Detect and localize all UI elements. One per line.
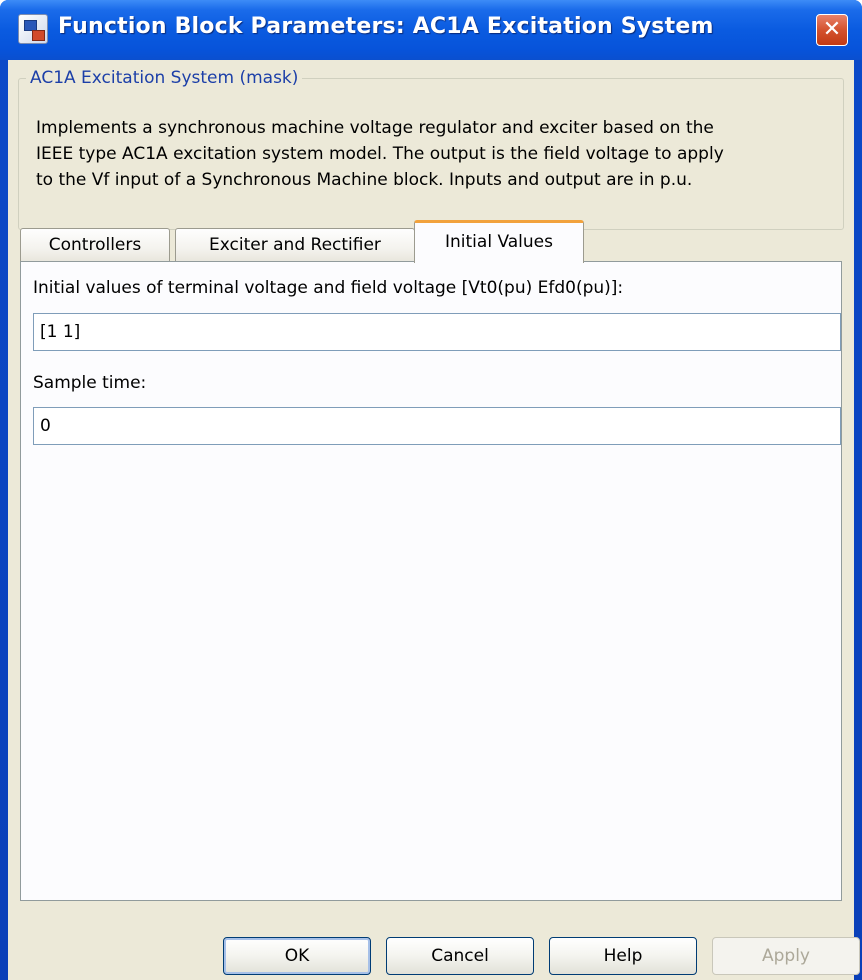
description-line: IEEE type AC1A excitation system model. … [36,144,724,164]
sample-time-input[interactable] [33,407,841,445]
sample-time-label: Sample time: [33,373,147,393]
close-button[interactable]: ✕ [816,14,848,46]
description-line: Implements a synchronous machine voltage… [36,118,714,138]
close-icon: ✕ [822,17,842,42]
simulink-block-icon [18,14,48,44]
dialog-client-area: AC1A Excitation System (mask) Implements… [8,60,860,980]
tab-exciter-and-rectifier[interactable]: Exciter and Rectifier [175,228,415,262]
window-title: Function Block Parameters: AC1A Excitati… [58,14,714,39]
help-button[interactable]: Help [549,937,697,975]
tab-strip: Controllers Exciter and Rectifier Initia… [20,220,820,263]
icon-block-b [32,30,45,41]
apply-button[interactable]: Apply [712,937,860,975]
ok-button[interactable]: OK [223,937,371,975]
title-bar[interactable]: Function Block Parameters: AC1A Excitati… [0,0,862,60]
tab-initial-values[interactable]: Initial Values [414,220,584,263]
initial-values-input[interactable] [33,313,841,351]
initial-values-label: Initial values of terminal voltage and f… [33,278,624,298]
tab-panel-initial-values: Initial values of terminal voltage and f… [20,261,842,901]
cancel-button[interactable]: Cancel [386,937,534,975]
mask-group-title: AC1A Excitation System (mask) [26,68,303,88]
mask-description: Implements a synchronous machine voltage… [36,115,836,193]
dialog-window: Function Block Parameters: AC1A Excitati… [0,0,862,980]
description-line: to the Vf input of a Synchronous Machine… [36,170,693,190]
tab-controllers[interactable]: Controllers [20,228,170,262]
